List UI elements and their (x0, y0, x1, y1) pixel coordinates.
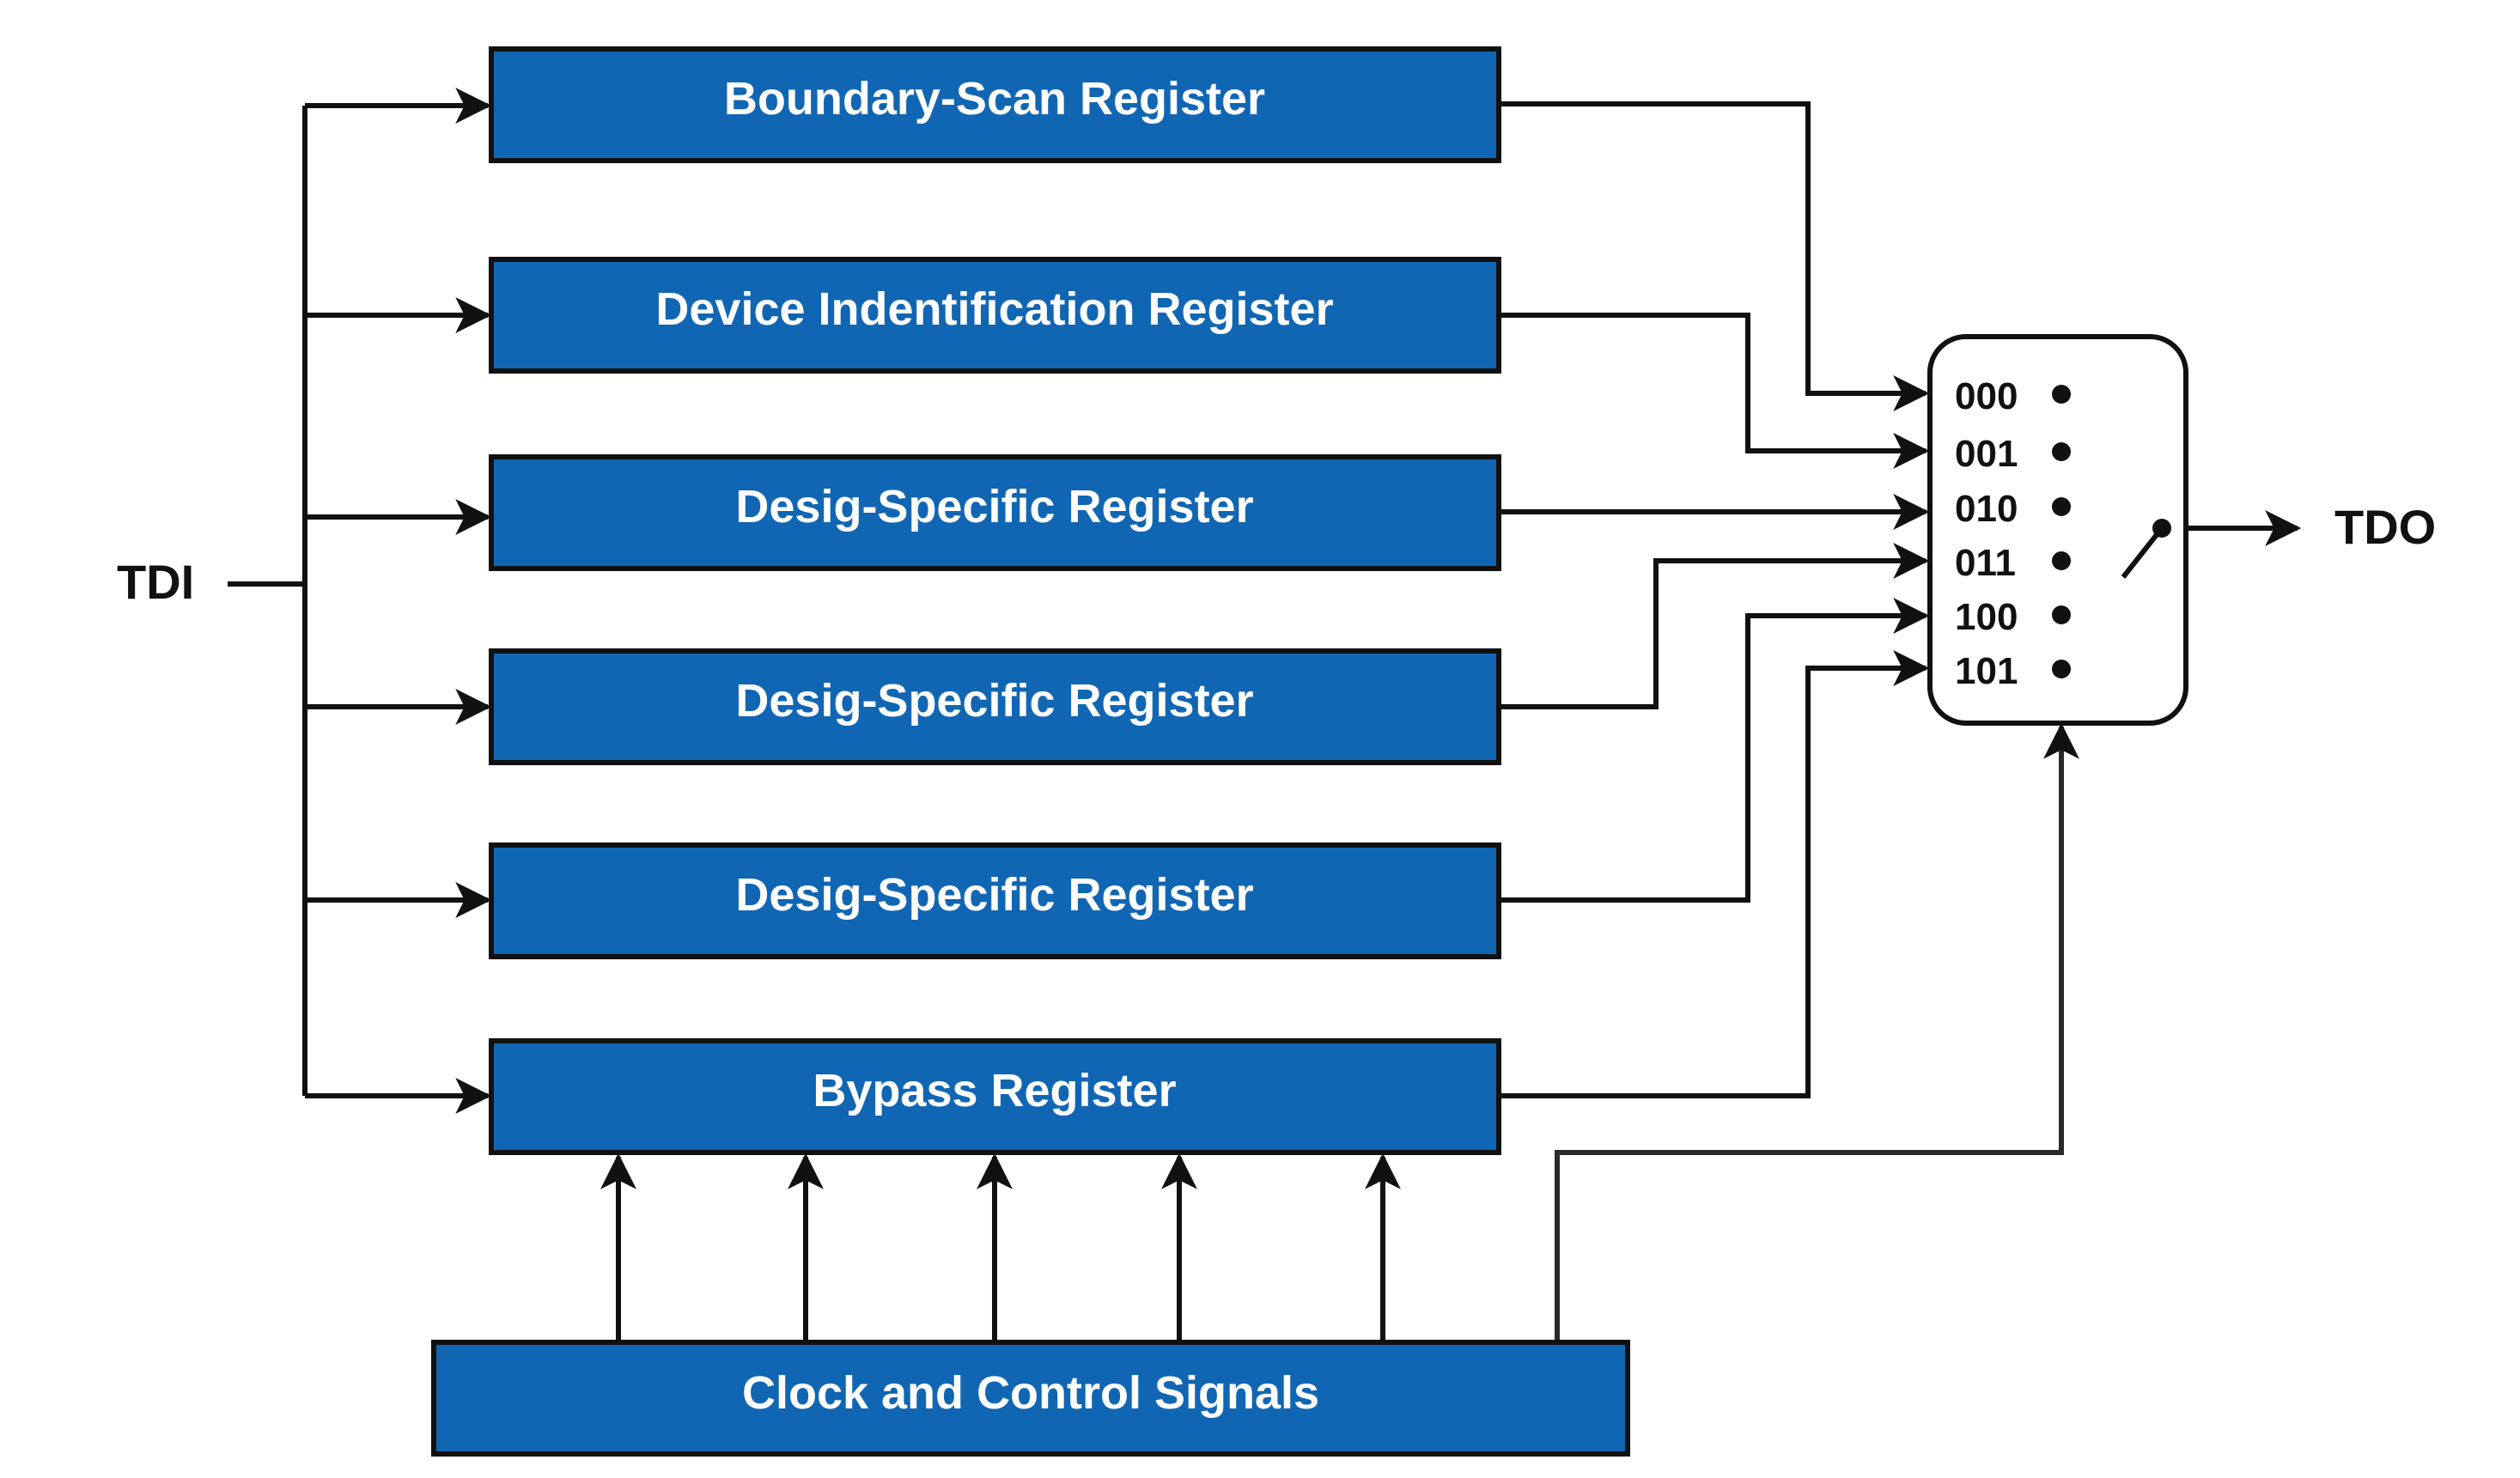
mux-input-contact (2052, 551, 2071, 570)
mux-input-contact (2052, 497, 2071, 516)
mux-input-label: 001 (1955, 433, 2018, 475)
tdo-label: TDO (2334, 500, 2436, 554)
output-wire-design-specific-3 (1501, 598, 1930, 903)
mux-input-label: 010 (1955, 488, 2018, 530)
output-wire-bypass (1501, 650, 1930, 1098)
mux-input-contact (2052, 442, 2071, 461)
output-wire-boundary-scan (1501, 101, 1930, 411)
jtag-register-diagram: TDI Boundary-Scan Register Device Indent… (117, 46, 2436, 1457)
register-label: Desig-Specific Register (735, 675, 1253, 727)
mux-input-contact (2052, 660, 2071, 678)
register-label: Device Indentification Register (655, 283, 1333, 335)
tdi-label: TDI (117, 555, 194, 609)
mux-input-contact (2052, 385, 2071, 404)
output-wire-design-specific-2 (1501, 543, 1930, 709)
register-label: Desig-Specific Register (735, 869, 1253, 921)
register-label: Bypass Register (813, 1065, 1176, 1116)
register-boundary-scan: Boundary-Scan Register (489, 46, 1501, 163)
register-design-specific-1: Desig-Specific Register (489, 454, 1501, 571)
output-multiplexer: 000 001 010 011 100 101 (1927, 334, 2188, 726)
register-label: Boundary-Scan Register (724, 73, 1265, 125)
mux-input-label: 000 (1955, 375, 2018, 417)
control-label: Clock and Control Signals (742, 1367, 1319, 1419)
output-wire-device-id (1501, 313, 1930, 469)
clock-control-block: Clock and Control Signals (431, 1340, 1630, 1457)
register-design-specific-2: Desig-Specific Register (489, 648, 1501, 765)
register-design-specific-3: Desig-Specific Register (489, 842, 1501, 959)
register-bypass: Bypass Register (489, 1038, 1501, 1155)
mux-input-label: 100 (1955, 596, 2018, 638)
register-label: Desig-Specific Register (735, 481, 1253, 532)
mux-input-label: 011 (1955, 542, 2016, 584)
mux-input-contact (2052, 605, 2071, 624)
mux-input-label: 101 (1955, 650, 2018, 692)
register-device-identification: Device Indentification Register (489, 257, 1501, 374)
